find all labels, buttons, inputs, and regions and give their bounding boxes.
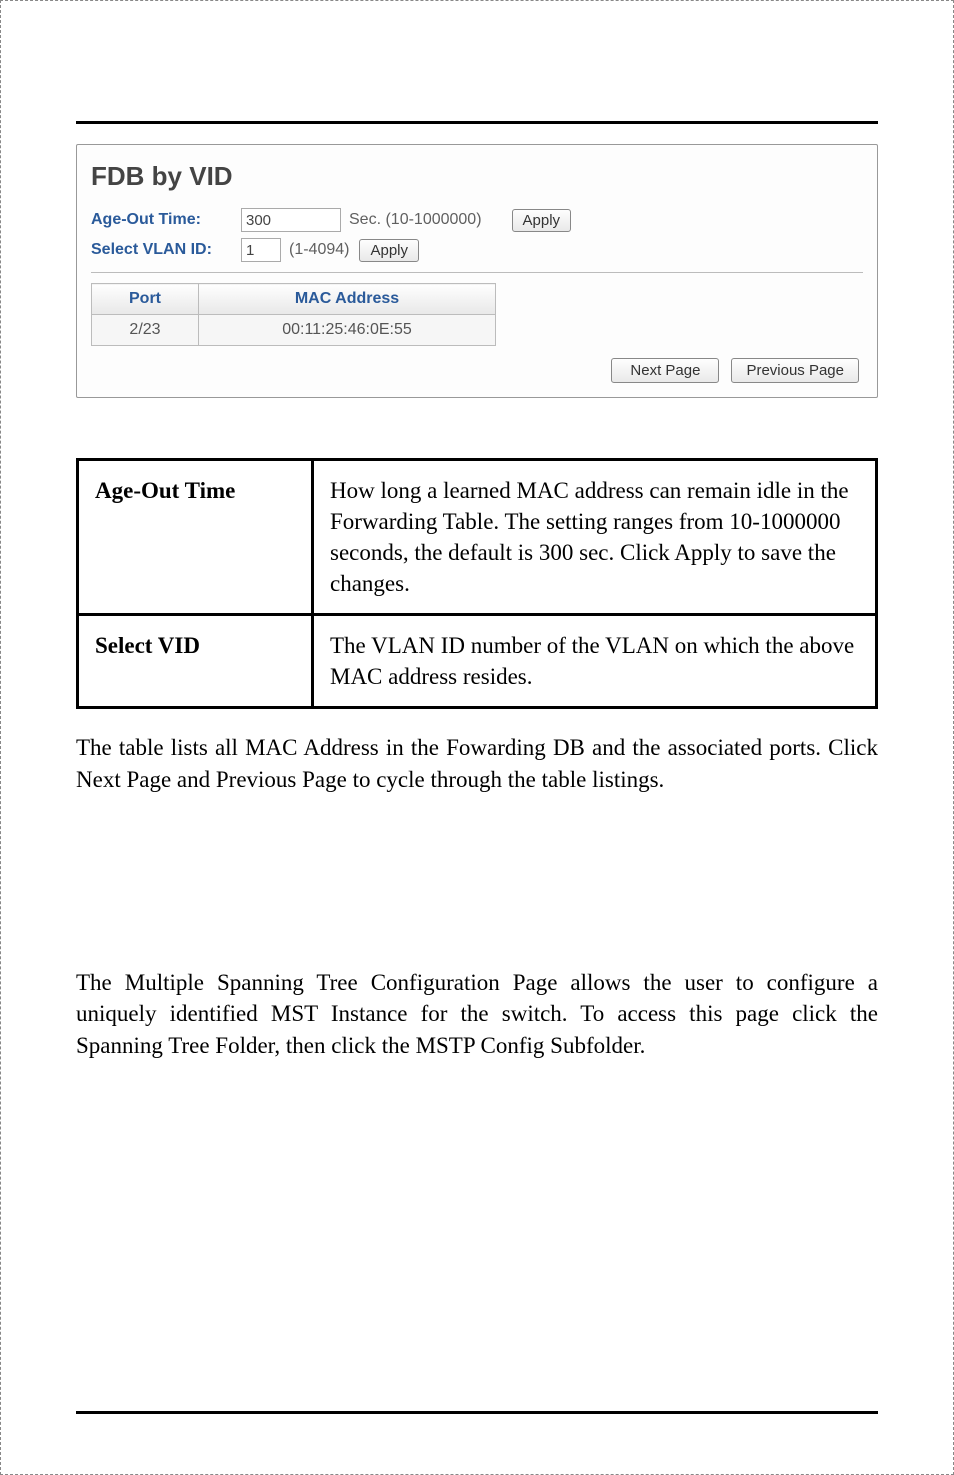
- vlan-input[interactable]: [241, 238, 281, 262]
- definition-row: Age-Out Time How long a learned MAC addr…: [78, 460, 877, 615]
- screenshot-fdb-by-vid: FDB by VID Age-Out Time: Sec. (10-100000…: [76, 144, 878, 398]
- header-mac: MAC Address: [199, 284, 496, 315]
- cell-mac: 00:11:25:46:0E:55: [199, 315, 496, 346]
- definition-desc: The VLAN ID number of the VLAN on which …: [313, 615, 877, 708]
- mac-table: Port MAC Address 2/23 00:11:25:46:0E:55: [91, 283, 496, 346]
- table-header-row: Port MAC Address: [92, 284, 496, 315]
- definitions-table: Age-Out Time How long a learned MAC addr…: [76, 458, 878, 709]
- cell-port: 2/23: [92, 315, 199, 346]
- definition-term: Select VID: [78, 615, 313, 708]
- body-paragraph-2: The Multiple Spanning Tree Configuration…: [76, 967, 878, 1062]
- ageout-label: Age-Out Time:: [91, 211, 241, 229]
- vlan-suffix: (1-4094): [289, 241, 349, 259]
- header-port: Port: [92, 284, 199, 315]
- body-paragraph-1: The table lists all MAC Address in the F…: [76, 732, 878, 795]
- vlan-label: Select VLAN ID:: [91, 241, 241, 259]
- definition-term: Age-Out Time: [78, 460, 313, 615]
- panel-title: FDB by VID: [77, 145, 877, 196]
- ageout-suffix: Sec. (10-1000000): [349, 211, 482, 229]
- vlan-apply-button[interactable]: Apply: [359, 239, 419, 262]
- definition-row: Select VID The VLAN ID number of the VLA…: [78, 615, 877, 708]
- table-row: 2/23 00:11:25:46:0E:55: [92, 315, 496, 346]
- next-page-button[interactable]: Next Page: [611, 358, 719, 383]
- definition-desc: How long a learned MAC address can remai…: [313, 460, 877, 615]
- previous-page-button[interactable]: Previous Page: [731, 358, 859, 383]
- ageout-apply-button[interactable]: Apply: [512, 209, 572, 232]
- top-rule: [76, 121, 878, 124]
- ageout-input[interactable]: [241, 208, 341, 232]
- bottom-rule: [76, 1411, 878, 1414]
- divider: [91, 272, 863, 273]
